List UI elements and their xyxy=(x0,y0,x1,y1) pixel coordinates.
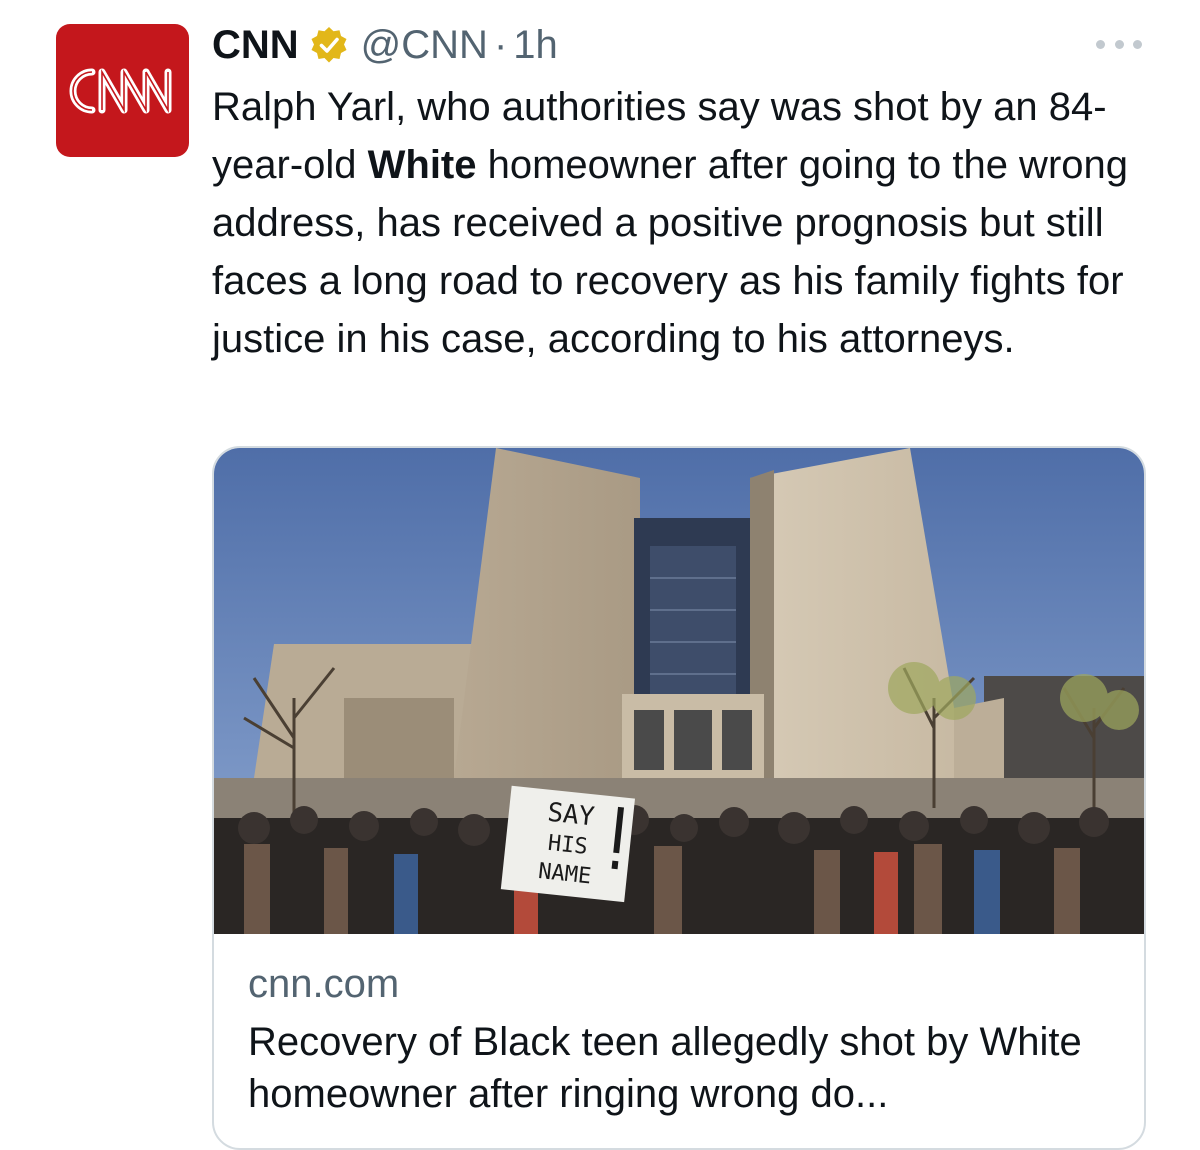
card-title[interactable]: Recovery of Black teen allegedly shot by… xyxy=(248,1016,1128,1120)
more-dot xyxy=(1114,39,1124,49)
tweet-text: Ralph Yarl, who authorities say was shot… xyxy=(212,78,1172,368)
more-dot xyxy=(1133,39,1142,49)
verified-badge-icon[interactable] xyxy=(309,25,349,65)
svg-text:SAY: SAY xyxy=(546,798,596,833)
cnn-logo xyxy=(69,68,171,113)
svg-text:HIS: HIS xyxy=(547,831,589,860)
separator-dot: · xyxy=(493,22,508,67)
tweet-text-bold: White xyxy=(367,143,477,187)
link-preview-card[interactable]: SAY HIS NAME cnn.com Recovery of Black t… xyxy=(212,446,1146,1150)
tweet-header: CNN @CNN · 1h xyxy=(212,20,558,70)
article-image[interactable]: SAY HIS NAME xyxy=(214,448,1144,934)
display-name[interactable]: CNN xyxy=(212,23,299,68)
card-domain: cnn.com xyxy=(248,962,400,1006)
more-options-icon[interactable] xyxy=(1096,34,1142,54)
cnn-avatar[interactable] xyxy=(56,24,189,157)
more-dot xyxy=(1096,39,1105,49)
account-handle[interactable]: @CNN xyxy=(361,23,488,68)
timestamp[interactable]: 1h xyxy=(513,23,558,68)
